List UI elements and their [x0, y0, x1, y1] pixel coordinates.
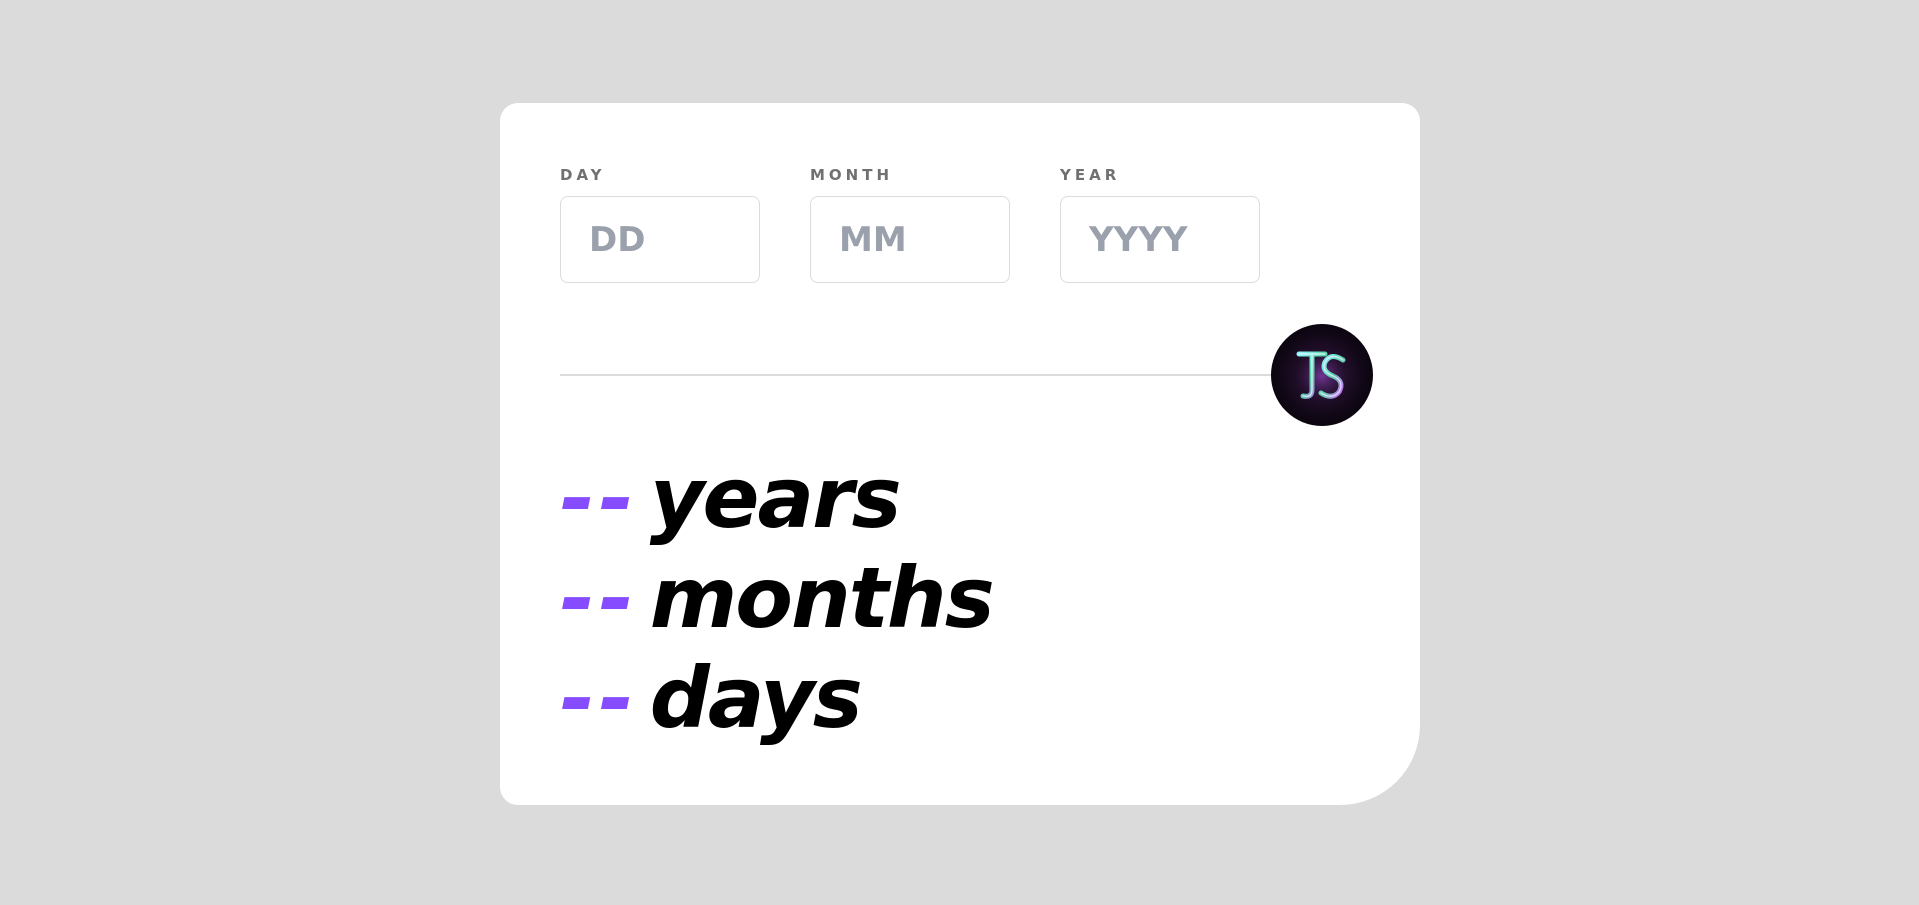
months-unit: months	[649, 549, 995, 647]
month-input[interactable]	[810, 196, 1010, 283]
days-unit: days	[649, 649, 863, 747]
day-field: DAY	[560, 165, 760, 283]
year-label: YEAR	[1060, 166, 1121, 184]
months-value: --	[560, 549, 638, 647]
year-field: YEAR	[1060, 165, 1260, 283]
js-logo-icon	[1290, 344, 1354, 408]
date-input-group: DAY MONTH YEAR	[560, 165, 1260, 283]
year-input[interactable]	[1060, 196, 1260, 283]
days-result: -- days	[560, 648, 993, 748]
day-label: DAY	[560, 166, 606, 184]
submit-button[interactable]	[1271, 324, 1373, 426]
years-unit: years	[649, 449, 902, 547]
month-field: MONTH	[810, 165, 1010, 283]
day-input[interactable]	[560, 196, 760, 283]
years-result: -- years	[560, 448, 993, 548]
divider-line	[560, 374, 1360, 376]
divider-row	[560, 323, 1373, 427]
days-value: --	[560, 649, 638, 747]
age-calculator-card: DAY MONTH YEAR	[500, 103, 1420, 805]
month-label: MONTH	[810, 166, 894, 184]
years-value: --	[560, 449, 638, 547]
months-result: -- months	[560, 548, 995, 648]
results-display: -- years -- months -- days	[560, 448, 995, 748]
